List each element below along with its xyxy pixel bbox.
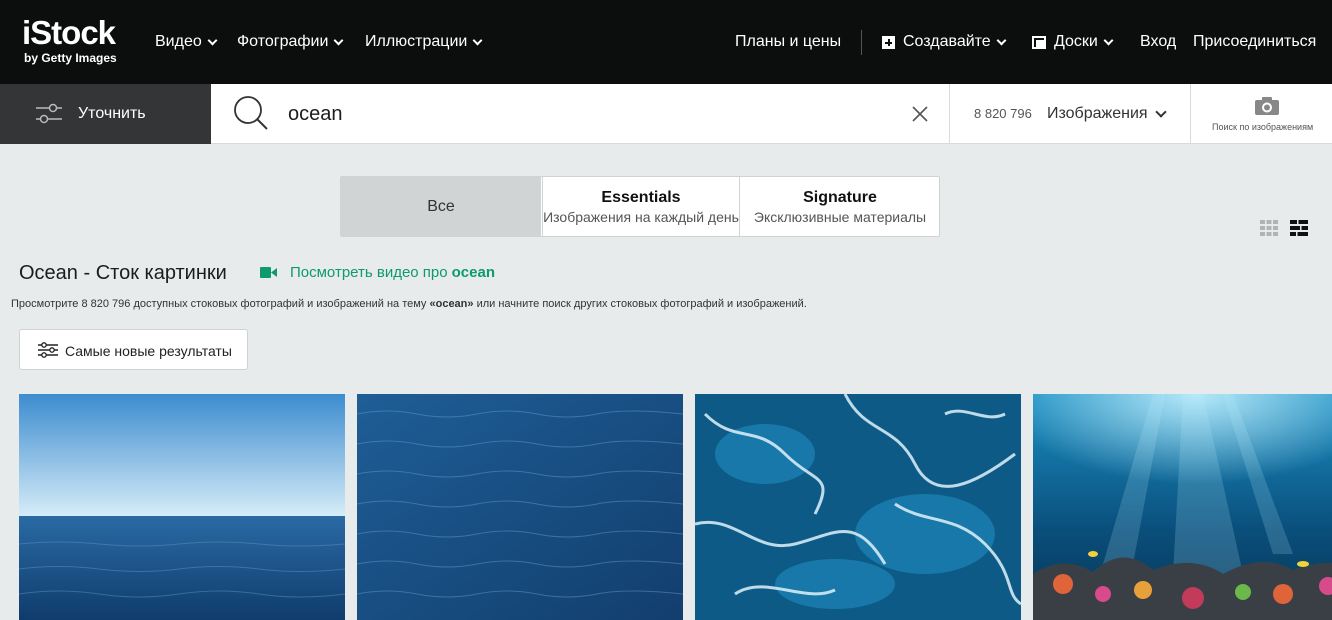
tab-signature-subtitle: Эксклюзивные материалы <box>753 209 927 225</box>
mosaic-view-icon[interactable] <box>1290 220 1308 236</box>
istock-logo[interactable]: iStock by Getty Images <box>22 14 134 70</box>
image-thumbnail-ocean-horizon[interactable] <box>19 394 345 620</box>
tab-all-label: Все <box>427 198 455 215</box>
results-description: Просмотрите 8 820 796 доступных стоковых… <box>11 298 807 310</box>
ocean-foam-image <box>695 394 1021 620</box>
chevron-down-icon <box>1155 106 1167 118</box>
search-by-image-label: Поиск по изображениям <box>1212 122 1314 132</box>
join-label: Присоединиться <box>1193 33 1317 50</box>
page-title: Ocean - Сток картинки <box>19 262 227 284</box>
sign-in-link[interactable]: Вход <box>1140 31 1176 53</box>
view-videos-link[interactable]: Посмотреть видео про ocean <box>260 264 495 281</box>
tab-essentials[interactable]: Essentials Изображения на каждый день <box>542 177 740 236</box>
desc-after: или начните поиск других стоковых фотогр… <box>473 298 807 310</box>
search-input[interactable] <box>288 99 888 129</box>
image-thumbnail-ocean-foam[interactable] <box>695 394 1021 620</box>
chevron-down-icon <box>996 35 1007 45</box>
create-menu[interactable]: Создавайте <box>882 31 1007 53</box>
chevron-down-icon <box>1103 35 1114 45</box>
tab-essentials-subtitle: Изображения на каждый день <box>543 209 739 225</box>
close-icon[interactable] <box>910 104 930 124</box>
plans-and-pricing-link[interactable]: Планы и цены <box>735 31 841 53</box>
sort-button[interactable]: Самые новые результаты <box>19 329 248 370</box>
nav-divider <box>861 30 862 55</box>
result-count: 8 820 796 <box>974 106 1032 121</box>
asset-type-label: Изображения <box>1047 105 1148 122</box>
grid-view-icon[interactable] <box>1260 220 1278 236</box>
search-by-image-button[interactable]: Поиск по изображениям <box>1192 84 1332 144</box>
desc-term: «ocean» <box>429 298 474 310</box>
underwater-reef-image <box>1033 394 1332 620</box>
image-thumbnail-underwater-reef[interactable] <box>1033 394 1332 620</box>
search-bar: Уточнить 8 820 796 Изображения Поиск по … <box>0 84 1332 144</box>
view-videos-term: ocean <box>451 264 495 281</box>
plus-square-icon <box>882 35 895 49</box>
view-videos-prefix: Посмотреть видео про <box>290 264 448 281</box>
filter-sliders-icon <box>36 103 62 124</box>
top-navigation-bar: iStock by Getty Images Видео Фотографии … <box>0 0 1332 84</box>
tab-all[interactable]: Все <box>341 177 541 236</box>
ocean-horizon-image <box>19 394 345 620</box>
chevron-down-icon <box>472 35 483 45</box>
video-camera-icon <box>260 267 277 278</box>
camera-icon <box>1255 97 1279 115</box>
asset-type-select[interactable]: 8 820 796 Изображения <box>949 84 1191 144</box>
desc-before: Просмотрите 8 820 796 доступных стоковых… <box>11 298 430 310</box>
chevron-down-icon <box>333 35 344 45</box>
logo-wordmark: iStock <box>22 14 116 51</box>
refine-button[interactable]: Уточнить <box>0 84 211 144</box>
refine-label: Уточнить <box>78 105 146 122</box>
ocean-surface-image <box>357 394 683 620</box>
nav-photos-label: Фотографии <box>237 33 329 50</box>
nav-video[interactable]: Видео <box>155 31 218 53</box>
sort-label: Самые новые результаты <box>65 343 232 359</box>
nav-illustrations[interactable]: Иллюстрации <box>365 31 483 53</box>
nav-illustrations-label: Иллюстрации <box>365 33 468 50</box>
sign-in-label: Вход <box>1140 33 1177 50</box>
boards-label: Доски <box>1054 33 1098 50</box>
tab-essentials-title: Essentials <box>601 189 681 206</box>
tab-signature[interactable]: Signature Эксклюзивные материалы <box>741 177 939 236</box>
image-thumbnail-ocean-surface[interactable] <box>357 394 683 620</box>
plans-label: Планы и цены <box>735 33 842 50</box>
nav-video-label: Видео <box>155 33 202 50</box>
create-label: Создавайте <box>903 33 991 50</box>
boards-icon <box>1032 35 1046 49</box>
sort-sliders-icon <box>38 342 58 358</box>
boards-menu[interactable]: Доски <box>1032 31 1114 53</box>
join-link[interactable]: Присоединиться <box>1193 31 1316 53</box>
nav-photos[interactable]: Фотографии <box>237 31 344 53</box>
search-icon[interactable] <box>233 95 269 131</box>
logo-tagline: by Getty Images <box>24 51 117 65</box>
chevron-down-icon <box>207 35 218 45</box>
tab-signature-title: Signature <box>803 189 877 206</box>
collection-tabs: Все Essentials Изображения на каждый ден… <box>340 176 940 237</box>
